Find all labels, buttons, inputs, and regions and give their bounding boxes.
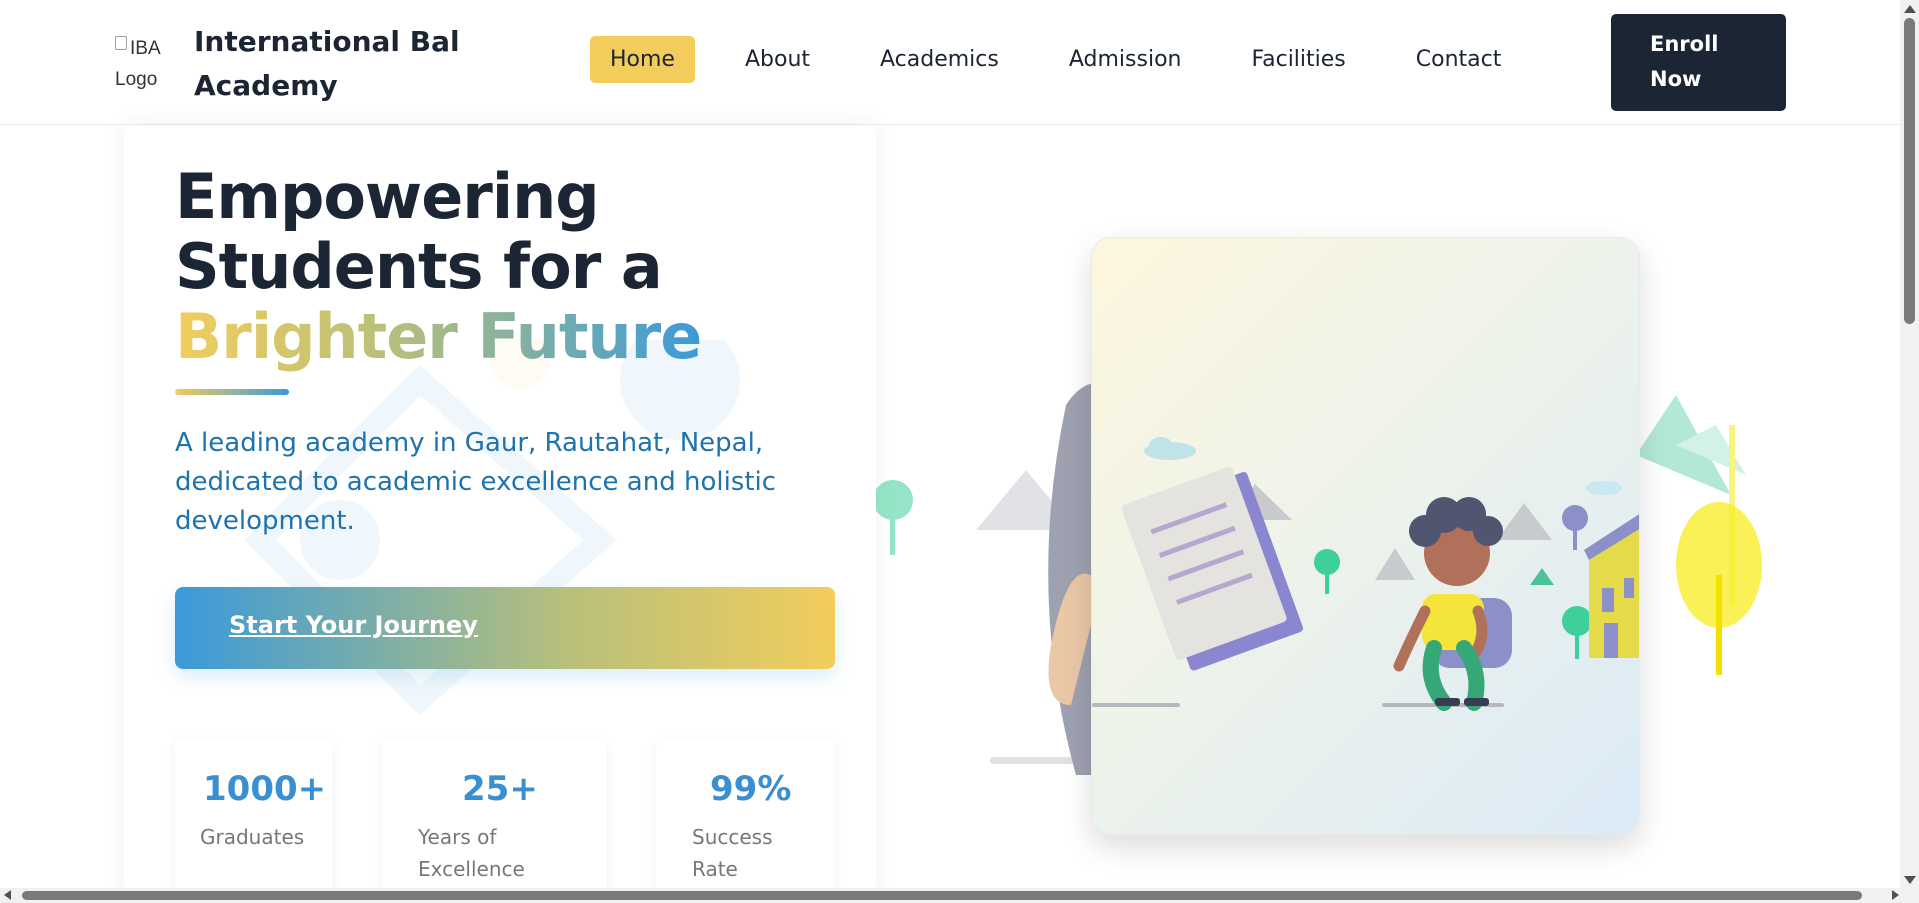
stat-card-years: 25+ Years of Excellence bbox=[382, 739, 607, 903]
vertical-scrollbar[interactable] bbox=[1900, 0, 1919, 888]
scroll-thumb[interactable] bbox=[22, 891, 1862, 900]
student-backpack-illustration bbox=[1092, 437, 1639, 711]
hero-title: Empowering Students for a Brighter Futur… bbox=[175, 162, 875, 372]
title-underline bbox=[175, 389, 289, 395]
brand-name-line2: Academy bbox=[194, 69, 338, 102]
brand-name[interactable]: International Bal Academy bbox=[194, 20, 484, 108]
brand[interactable]: IBA Logo International Bal Academy bbox=[115, 20, 484, 108]
hero-illustration-card bbox=[1091, 237, 1640, 835]
scroll-up-icon[interactable] bbox=[1904, 5, 1916, 13]
broken-image-icon bbox=[115, 36, 127, 50]
enroll-label-line1: Enroll bbox=[1650, 32, 1719, 56]
stat-value: 99% bbox=[710, 769, 792, 809]
logo-alt-line2: Logo bbox=[115, 69, 158, 90]
stat-value: 1000+ bbox=[203, 769, 327, 809]
horizontal-scrollbar[interactable] bbox=[0, 888, 1919, 903]
scroll-down-icon[interactable] bbox=[1904, 876, 1916, 884]
logo-image[interactable]: IBA Logo bbox=[115, 20, 175, 90]
hero-title-line2: Students for a bbox=[175, 230, 663, 303]
start-journey-button[interactable]: Start Your Journey bbox=[175, 587, 835, 669]
nav-academics[interactable]: Academics bbox=[860, 36, 1019, 83]
brand-name-line1: International Bal bbox=[194, 25, 460, 58]
stat-label: Success Rate bbox=[692, 825, 773, 881]
stat-value: 25+ bbox=[462, 769, 538, 809]
hero-title-line1: Empowering bbox=[175, 160, 600, 233]
nav-contact[interactable]: Contact bbox=[1396, 36, 1522, 83]
enroll-now-button[interactable]: Enroll Now bbox=[1611, 14, 1786, 111]
scroll-right-icon[interactable] bbox=[1892, 890, 1899, 900]
nav-facilities[interactable]: Facilities bbox=[1231, 36, 1365, 83]
hero-subtitle: A leading academy in Gaur, Rautahat, Nep… bbox=[175, 428, 777, 536]
nav-about[interactable]: About bbox=[725, 36, 830, 83]
stat-card-graduates: 1000+ Graduates bbox=[175, 739, 332, 903]
nav-admission[interactable]: Admission bbox=[1049, 36, 1202, 83]
start-journey-label: Start Your Journey bbox=[229, 611, 478, 639]
site-header: IBA Logo International Bal Academy Home … bbox=[0, 0, 1900, 125]
stat-label: Graduates bbox=[200, 825, 305, 849]
enroll-label-line2: Now bbox=[1650, 67, 1702, 91]
nav-home[interactable]: Home bbox=[590, 36, 695, 83]
stat-card-success: 99% Success Rate bbox=[656, 739, 835, 903]
main-nav: Home About Academics Admission Facilitie… bbox=[590, 36, 1551, 83]
scroll-left-icon[interactable] bbox=[4, 890, 11, 900]
scroll-thumb[interactable] bbox=[1904, 18, 1915, 324]
stat-label: Years of Excellence bbox=[418, 825, 525, 881]
hero-title-highlight: Brighter Future bbox=[175, 300, 702, 373]
